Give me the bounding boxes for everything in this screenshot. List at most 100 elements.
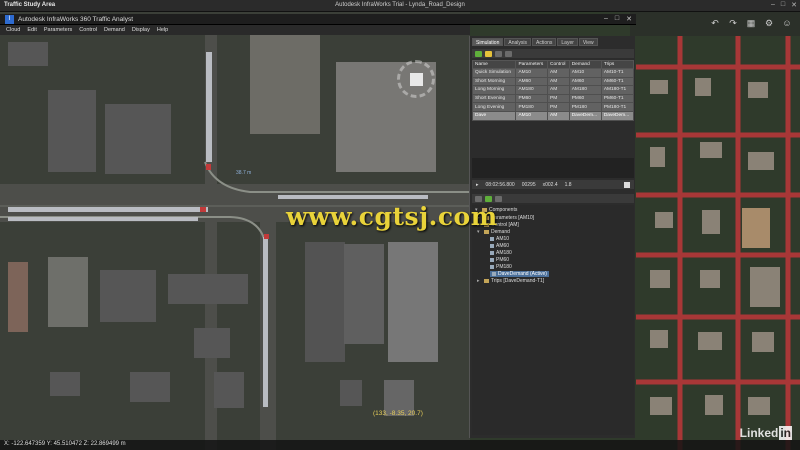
grid-icon[interactable]: ▦ bbox=[746, 18, 756, 28]
tab-analysis[interactable]: Analysis bbox=[504, 38, 531, 46]
edit-icon[interactable] bbox=[495, 195, 502, 202]
simulation-panel: Simulation Analysis Actions Layer View N… bbox=[469, 36, 635, 438]
table-row-selected[interactable]: Dave AM10 AM DaveDem... DaveDem... bbox=[471, 110, 635, 121]
tab-actions[interactable]: Actions bbox=[531, 38, 557, 46]
status-bar: X: -122.647359 Y: 45.510472 Z: 22.869499… bbox=[0, 440, 800, 450]
menu-control[interactable]: Control bbox=[79, 27, 97, 33]
table-row[interactable]: Short Morning AM60 AM AM60 AM60-T1 bbox=[471, 76, 635, 87]
table-row[interactable]: Long Evening PM180 PM PM180 PM180-T1 bbox=[471, 102, 635, 112]
record-icon[interactable] bbox=[495, 50, 502, 57]
simulation-time: 08:02:56.800 bbox=[485, 181, 515, 188]
play-icon[interactable]: ▸ bbox=[476, 182, 479, 188]
minimize-icon[interactable]: – bbox=[604, 15, 608, 23]
table-cell: Short Morning bbox=[471, 76, 517, 87]
menu-parameters[interactable]: Parameters bbox=[44, 27, 72, 33]
column-header-demand[interactable]: Demand bbox=[568, 60, 602, 69]
table-cell: AM180-T1 bbox=[600, 85, 635, 95]
table-cell: AM bbox=[547, 110, 570, 121]
components-tree: ▾ Components ▸ Parameters [AM10] ▸ Control … bbox=[472, 205, 634, 435]
table-cell: Quick Simulation bbox=[471, 68, 517, 78]
expand-icon[interactable]: ▸ bbox=[477, 278, 482, 284]
table-cell: DaveDem... bbox=[568, 110, 602, 121]
undo-icon[interactable]: ↶ bbox=[710, 18, 720, 28]
close-icon[interactable]: ✕ bbox=[626, 15, 632, 23]
table-cell: Dave bbox=[471, 110, 517, 121]
close-icon[interactable]: ✕ bbox=[791, 1, 797, 9]
minimize-icon[interactable]: – bbox=[771, 1, 775, 9]
tab-simulation[interactable]: Simulation bbox=[472, 38, 504, 46]
stop-icon[interactable] bbox=[624, 181, 630, 188]
tab-layer[interactable]: Layer bbox=[557, 38, 578, 46]
tree-item-am180[interactable]: AM180 bbox=[490, 250, 512, 256]
menu-demand[interactable]: Demand bbox=[104, 27, 125, 33]
analyst-menubar: Cloud Edit Parameters Control Demand Dis… bbox=[0, 25, 470, 35]
menu-help[interactable]: Help bbox=[157, 27, 168, 33]
maximize-icon[interactable]: □ bbox=[615, 15, 619, 23]
table-row[interactable]: Quick Simulation AM10 AM AM10 AM10-T1 bbox=[471, 68, 635, 78]
table-empty-area bbox=[472, 158, 634, 178]
tree-label: Trips [DaveDemand-T1] bbox=[491, 278, 545, 284]
simulation-time-bar: ▸ 08:02:56.800 00295 x002.4 1.8 bbox=[472, 180, 634, 189]
table-cell: PM180 bbox=[515, 102, 548, 112]
menu-edit[interactable]: Edit bbox=[27, 27, 36, 33]
document-icon bbox=[490, 251, 494, 255]
tree-label: AM180 bbox=[496, 250, 512, 256]
tree-item-pm180[interactable]: PM180 bbox=[490, 264, 512, 270]
menu-cloud[interactable]: Cloud bbox=[6, 27, 20, 33]
tree-item-davedemand[interactable]: DaveDemand (Active) bbox=[490, 271, 549, 277]
stop-icon[interactable] bbox=[505, 50, 512, 57]
table-cell: AM10 bbox=[568, 68, 602, 78]
watermark-text: www.cgtsj.com bbox=[286, 202, 498, 231]
window-controls: – □ ✕ bbox=[771, 1, 797, 9]
table-cell: AM bbox=[547, 85, 570, 95]
maximize-icon[interactable]: □ bbox=[781, 1, 785, 9]
tree-label: AM60 bbox=[496, 243, 510, 249]
folder-icon bbox=[484, 279, 489, 283]
app-titlebar: Traffic Study Area Autodesk InfraWorks T… bbox=[0, 0, 800, 12]
tree-label: PM60 bbox=[496, 257, 510, 263]
table-cell: AM60 bbox=[568, 76, 602, 87]
step-value: 1.8 bbox=[564, 181, 572, 188]
table-cell: Short Evening bbox=[471, 93, 517, 104]
document-icon bbox=[490, 237, 494, 241]
table-cell: PM60 bbox=[515, 93, 548, 104]
panel-tabs: Simulation Analysis Actions Layer View bbox=[472, 38, 598, 47]
table-cell: AM180 bbox=[515, 85, 548, 95]
document-icon bbox=[490, 244, 494, 248]
tab-view[interactable]: View bbox=[578, 38, 598, 46]
app-logo-icon: I bbox=[5, 15, 14, 24]
column-header-parameters[interactable]: Parameters bbox=[515, 60, 548, 69]
tree-item-pm60[interactable]: PM60 bbox=[490, 257, 509, 263]
speed-multiplier: x002.4 bbox=[542, 181, 558, 188]
lightbulb-icon[interactable] bbox=[485, 50, 492, 57]
redo-icon[interactable]: ↷ bbox=[728, 18, 738, 28]
tree-item-am60[interactable]: AM60 bbox=[490, 243, 509, 249]
status-coordinates: X: -122.647359 Y: 45.510472 Z: 22.869499… bbox=[4, 441, 126, 447]
table-cell: AM60-T1 bbox=[600, 76, 635, 87]
coordinate-readout: (133, -8.35, 20.7) bbox=[373, 410, 423, 417]
vehicle-count: 00295 bbox=[521, 181, 536, 188]
table-cell: AM10 bbox=[515, 110, 548, 121]
tree-item-trips[interactable]: ▸ Trips [DaveDemand-T1] bbox=[477, 278, 544, 284]
table-cell: AM10-T1 bbox=[600, 68, 635, 78]
tree-label: AM10 bbox=[496, 236, 510, 242]
column-header-control[interactable]: Control bbox=[547, 60, 570, 69]
document-icon bbox=[490, 265, 494, 269]
settings-icon[interactable]: ⚙ bbox=[764, 18, 774, 28]
column-header-name[interactable]: Name bbox=[471, 60, 517, 69]
app-window-title: Autodesk InfraWorks Trial - Lynda_Road_D… bbox=[335, 2, 465, 8]
column-header-trips[interactable]: Trips bbox=[600, 60, 635, 69]
add-icon[interactable] bbox=[485, 195, 492, 202]
tree-item-am10[interactable]: AM10 bbox=[490, 236, 509, 242]
table-cell: Long Evening bbox=[471, 102, 517, 112]
run-icon[interactable] bbox=[475, 50, 482, 57]
document-icon bbox=[492, 272, 496, 276]
table-cell: PM60 bbox=[568, 93, 602, 104]
table-row[interactable]: Long Morning AM180 AM AM180 AM180-T1 bbox=[471, 85, 635, 95]
person-icon[interactable]: ☺ bbox=[782, 18, 792, 28]
refresh-icon[interactable] bbox=[475, 195, 482, 202]
tree-label: PM180 bbox=[496, 264, 512, 270]
table-row[interactable]: Short Evening PM60 PM PM60 PM60-T1 bbox=[471, 93, 635, 104]
menu-display[interactable]: Display bbox=[132, 27, 150, 33]
table-cell: DaveDem... bbox=[600, 110, 635, 121]
